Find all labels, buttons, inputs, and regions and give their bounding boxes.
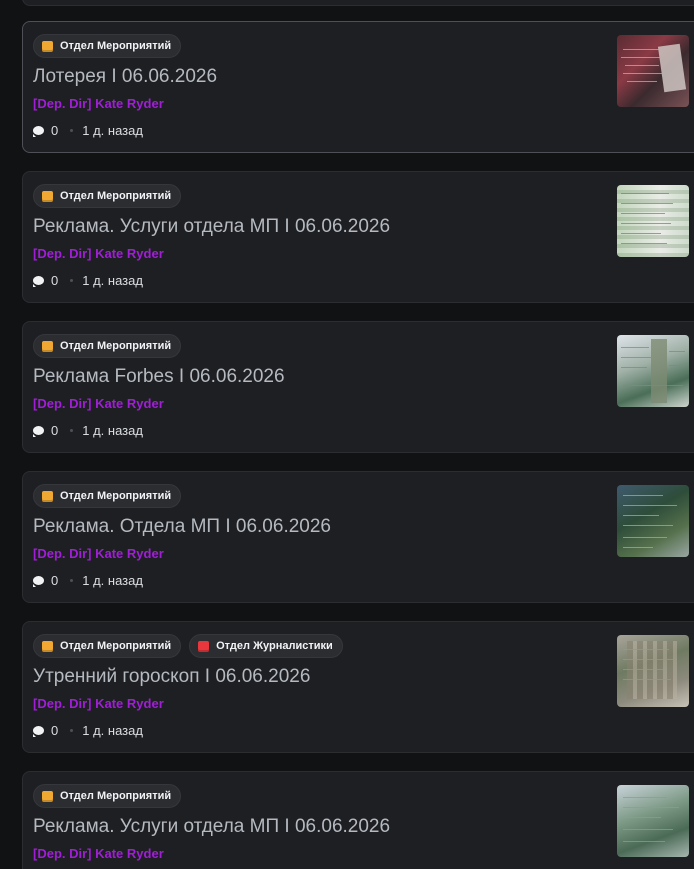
post-thumbnail[interactable] — [617, 185, 689, 257]
forum-post[interactable]: Отдел Мероприятий Реклама. Услуги отдела… — [22, 771, 694, 869]
speech-bubble-icon — [33, 126, 44, 137]
separator-dot — [70, 279, 74, 282]
separator-dot — [70, 579, 74, 582]
orange-square-icon — [42, 190, 53, 202]
tag-label: Отдел Мероприятий — [60, 190, 172, 202]
comment-count: 0 — [51, 123, 59, 138]
post-tags: Отдел Мероприятий — [33, 484, 182, 508]
tag-label: Отдел Мероприятий — [60, 490, 172, 502]
post-title[interactable]: Реклама. Отдела МП I 06.06.2026 — [33, 516, 331, 538]
post-author[interactable]: [Dep. Dir] Kate Ryder — [33, 96, 164, 111]
post-thumbnail[interactable] — [617, 635, 689, 707]
speech-bubble-icon — [33, 726, 44, 737]
orange-square-icon — [42, 640, 53, 652]
post-tags: Отдел Мероприятий — [33, 184, 182, 208]
tag-label: Отдел Журналистики — [216, 640, 333, 652]
speech-bubble-icon — [33, 426, 44, 437]
forum-post[interactable]: Отдел Мероприятий Отдел Журналистики Утр… — [22, 621, 694, 753]
forum-post-partial[interactable] — [22, 0, 694, 6]
post-title[interactable]: Лотерея I 06.06.2026 — [33, 66, 217, 88]
post-meta: 0 1 д. назад — [33, 723, 143, 738]
orange-square-icon — [42, 340, 53, 352]
tag-label: Отдел Мероприятий — [60, 340, 172, 352]
forum-post[interactable]: Отдел Мероприятий Лотерея I 06.06.2026 [… — [22, 21, 694, 153]
post-author[interactable]: [Dep. Dir] Kate Ryder — [33, 546, 164, 561]
post-tags: Отдел Мероприятий Отдел Журналистики — [33, 634, 343, 658]
post-author[interactable]: [Dep. Dir] Kate Ryder — [33, 696, 164, 711]
post-time: 1 д. назад — [82, 573, 143, 588]
post-meta: 0 1 д. назад — [33, 273, 143, 288]
tag-events[interactable]: Отдел Мероприятий — [33, 34, 182, 58]
orange-square-icon — [42, 790, 53, 802]
comment-count: 0 — [51, 273, 59, 288]
tag-label: Отдел Мероприятий — [60, 640, 172, 652]
orange-square-icon — [42, 40, 53, 52]
tag-events[interactable]: Отдел Мероприятий — [33, 484, 182, 508]
forum-post[interactable]: Отдел Мероприятий Реклама. Отдела МП I 0… — [22, 471, 694, 603]
post-meta: 0 1 д. назад — [33, 123, 143, 138]
post-author[interactable]: [Dep. Dir] Kate Ryder — [33, 396, 164, 411]
tag-label: Отдел Мероприятий — [60, 40, 172, 52]
comment-count: 0 — [51, 423, 59, 438]
post-time: 1 д. назад — [82, 273, 143, 288]
tag-journalism[interactable]: Отдел Журналистики — [189, 634, 343, 658]
separator-dot — [70, 129, 74, 132]
post-meta: 0 1 д. назад — [33, 423, 143, 438]
forum-post[interactable]: Отдел Мероприятий Реклама. Услуги отдела… — [22, 171, 694, 303]
post-title[interactable]: Реклама. Услуги отдела МП I 06.06.2026 — [33, 816, 390, 838]
tag-events[interactable]: Отдел Мероприятий — [33, 184, 182, 208]
separator-dot — [70, 429, 74, 432]
post-time: 1 д. назад — [82, 423, 143, 438]
orange-square-icon — [42, 490, 53, 502]
speech-bubble-icon — [33, 276, 44, 287]
tag-events[interactable]: Отдел Мероприятий — [33, 784, 182, 808]
post-title[interactable]: Реклама. Услуги отдела МП I 06.06.2026 — [33, 216, 390, 238]
forum-post[interactable]: Отдел Мероприятий Реклама Forbes I 06.06… — [22, 321, 694, 453]
post-thumbnail[interactable] — [617, 785, 689, 857]
post-tags: Отдел Мероприятий — [33, 34, 182, 58]
post-title[interactable]: Утренний гороскоп I 06.06.2026 — [33, 666, 310, 688]
tag-events[interactable]: Отдел Мероприятий — [33, 334, 182, 358]
separator-dot — [70, 729, 74, 732]
post-author[interactable]: [Dep. Dir] Kate Ryder — [33, 246, 164, 261]
post-meta: 0 1 д. назад — [33, 573, 143, 588]
post-thumbnail[interactable] — [617, 35, 689, 107]
post-tags: Отдел Мероприятий — [33, 784, 182, 808]
comment-count: 0 — [51, 723, 59, 738]
tag-label: Отдел Мероприятий — [60, 790, 172, 802]
post-time: 1 д. назад — [82, 123, 143, 138]
tag-events[interactable]: Отдел Мероприятий — [33, 634, 182, 658]
post-tags: Отдел Мероприятий — [33, 334, 182, 358]
forum-post-list: Отдел Мероприятий Лотерея I 06.06.2026 [… — [0, 0, 694, 869]
post-time: 1 д. назад — [82, 723, 143, 738]
red-book-icon — [198, 640, 210, 652]
post-author[interactable]: [Dep. Dir] Kate Ryder — [33, 846, 164, 861]
speech-bubble-icon — [33, 576, 44, 587]
post-title[interactable]: Реклама Forbes I 06.06.2026 — [33, 366, 285, 388]
post-thumbnail[interactable] — [617, 335, 689, 407]
post-thumbnail[interactable] — [617, 485, 689, 557]
comment-count: 0 — [51, 573, 59, 588]
